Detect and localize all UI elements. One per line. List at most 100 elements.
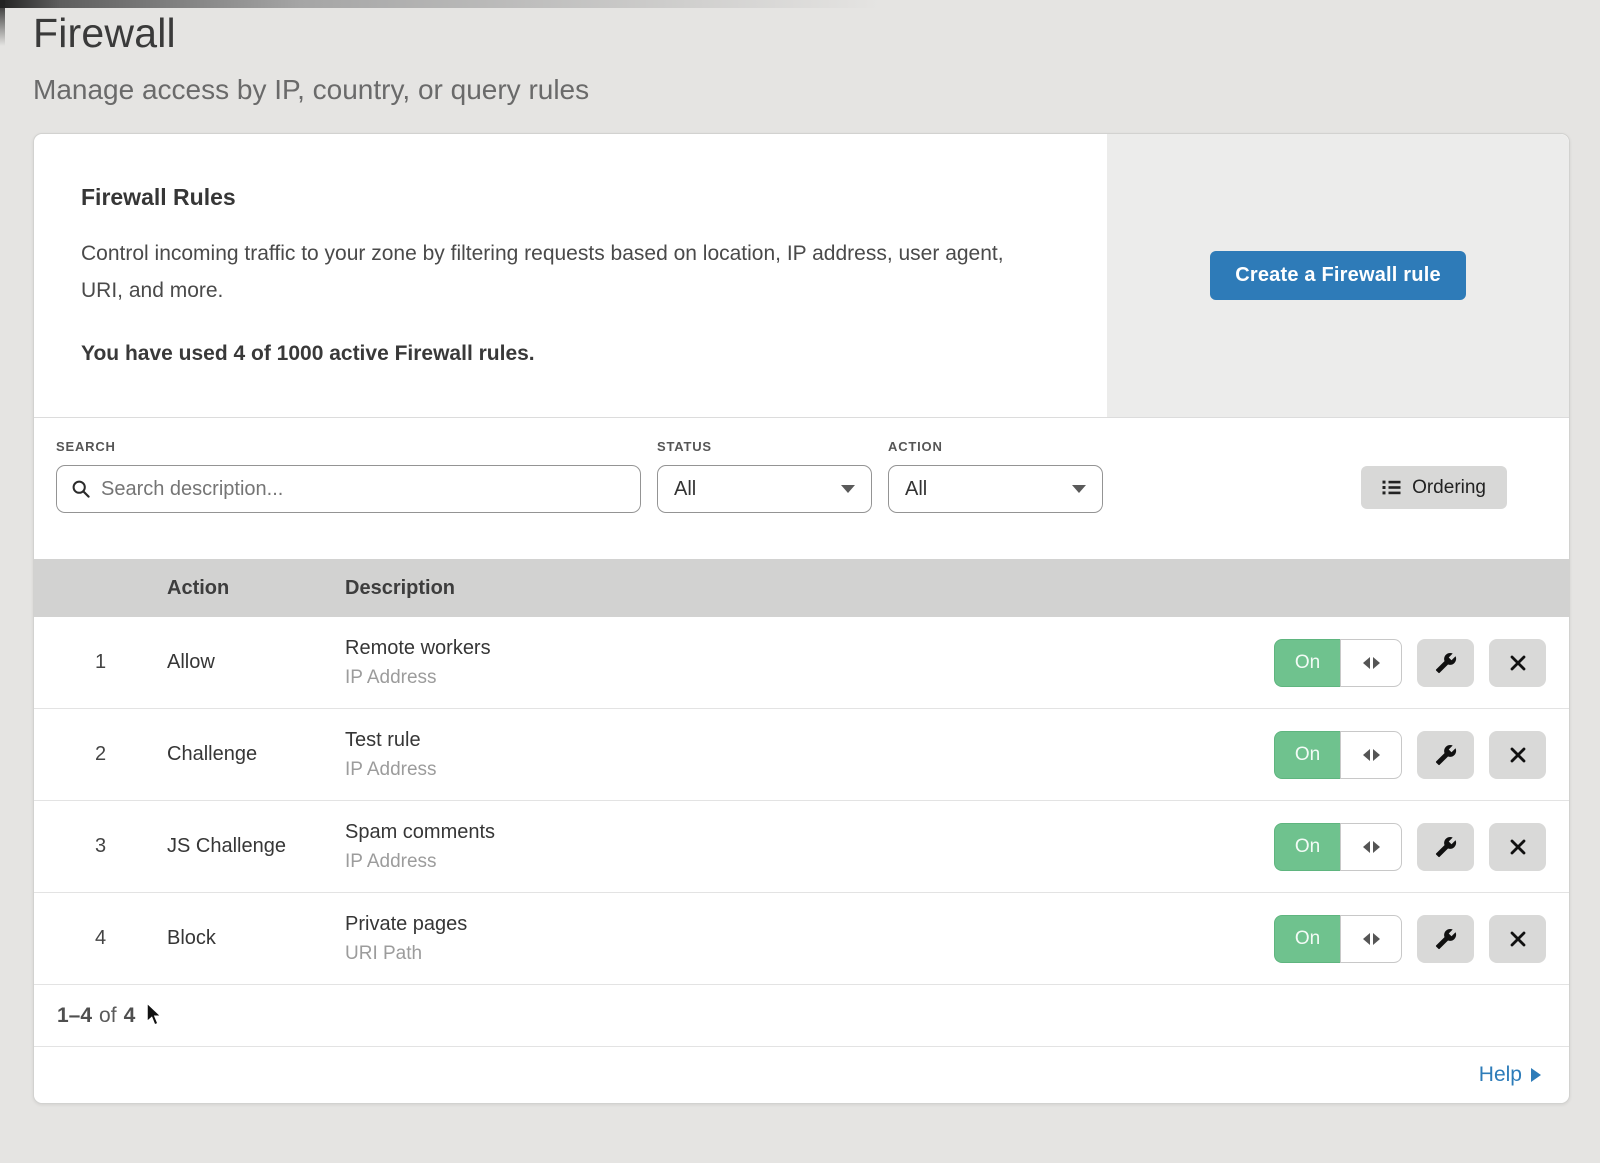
rule-controls: On xyxy=(1274,823,1569,871)
rule-action: JS Challenge xyxy=(167,835,345,858)
pagination-total: 4 xyxy=(124,1004,136,1028)
toggle-arrows-icon[interactable] xyxy=(1340,731,1402,779)
search-input[interactable] xyxy=(101,478,626,501)
search-box[interactable] xyxy=(56,465,641,513)
arrow-right-icon xyxy=(1373,841,1380,853)
toggle-arrows-icon[interactable] xyxy=(1340,823,1402,871)
rule-controls: On xyxy=(1274,731,1569,779)
rule-action: Block xyxy=(167,927,345,950)
action-dropdown[interactable]: All xyxy=(888,465,1103,513)
delete-rule-button[interactable] xyxy=(1489,823,1546,871)
edit-rule-button[interactable] xyxy=(1417,639,1474,687)
create-firewall-rule-button[interactable]: Create a Firewall rule xyxy=(1210,251,1466,300)
rule-description: Remote workers xyxy=(345,637,1274,660)
rule-description-cell: Private pages URI Path xyxy=(345,913,1274,965)
action-label: ACTION xyxy=(888,439,1103,454)
rule-match-type: URI Path xyxy=(345,943,1274,965)
rule-match-type: IP Address xyxy=(345,667,1274,689)
rule-priority: 3 xyxy=(34,835,167,858)
close-icon xyxy=(1508,745,1528,765)
rule-priority: 4 xyxy=(34,927,167,950)
wrench-icon xyxy=(1435,652,1457,674)
rule-description-cell: Test rule IP Address xyxy=(345,729,1274,781)
rule-priority: 2 xyxy=(34,743,167,766)
close-icon xyxy=(1508,837,1528,857)
rules-description: Control incoming traffic to your zone by… xyxy=(81,235,1031,309)
rule-toggle[interactable]: On xyxy=(1274,823,1402,871)
help-link[interactable]: Help xyxy=(1479,1063,1541,1087)
rule-action: Allow xyxy=(167,651,345,674)
arrow-left-icon xyxy=(1363,841,1370,853)
rule-priority: 1 xyxy=(34,651,167,674)
firewall-rules-card: Firewall Rules Control incoming traffic … xyxy=(33,133,1570,1104)
card-top-section: Firewall Rules Control incoming traffic … xyxy=(34,134,1569,418)
delete-rule-button[interactable] xyxy=(1489,915,1546,963)
status-filter-group: STATUS All xyxy=(657,439,872,513)
edit-rule-button[interactable] xyxy=(1417,915,1474,963)
wrench-icon xyxy=(1435,928,1457,950)
table-row: 1 Allow Remote workers IP Address On xyxy=(34,617,1569,709)
ordering-button-label: Ordering xyxy=(1412,477,1486,499)
capture-edge-artifact-top xyxy=(0,0,908,8)
table-row: 4 Block Private pages URI Path On xyxy=(34,893,1569,985)
table-header-row: Action Description xyxy=(34,559,1569,617)
ordering-button[interactable]: Ordering xyxy=(1361,466,1507,509)
wrench-icon xyxy=(1435,836,1457,858)
toggle-arrows-icon[interactable] xyxy=(1340,915,1402,963)
rules-usage-count: You have used 4 of 1000 active Firewall … xyxy=(81,342,1067,366)
arrow-right-icon xyxy=(1373,933,1380,945)
toggle-on-segment[interactable]: On xyxy=(1274,915,1340,963)
rule-description: Spam comments xyxy=(345,821,1274,844)
rule-match-type: IP Address xyxy=(345,759,1274,781)
toggle-on-segment[interactable]: On xyxy=(1274,731,1340,779)
arrow-left-icon xyxy=(1363,657,1370,669)
caret-down-icon xyxy=(1072,485,1086,493)
wrench-icon xyxy=(1435,744,1457,766)
close-icon xyxy=(1508,929,1528,949)
search-label: SEARCH xyxy=(56,439,641,454)
action-filter-group: ACTION All xyxy=(888,439,1103,513)
rule-controls: On xyxy=(1274,915,1569,963)
card-footer: Help xyxy=(34,1047,1569,1103)
table-row: 2 Challenge Test rule IP Address On xyxy=(34,709,1569,801)
search-icon xyxy=(71,479,91,499)
rule-toggle[interactable]: On xyxy=(1274,731,1402,779)
toggle-on-segment[interactable]: On xyxy=(1274,823,1340,871)
status-dropdown[interactable]: All xyxy=(657,465,872,513)
rule-match-type: IP Address xyxy=(345,851,1274,873)
toggle-on-segment[interactable]: On xyxy=(1274,639,1340,687)
rules-intro: Firewall Rules Control incoming traffic … xyxy=(34,134,1107,417)
arrow-left-icon xyxy=(1363,749,1370,761)
capture-edge-artifact-left xyxy=(0,0,5,46)
filters-bar: SEARCH STATUS All ACTION All xyxy=(34,418,1569,559)
search-filter-group: SEARCH xyxy=(56,439,641,513)
edit-rule-button[interactable] xyxy=(1417,823,1474,871)
rule-toggle[interactable]: On xyxy=(1274,639,1402,687)
help-link-label: Help xyxy=(1479,1063,1522,1087)
status-label: STATUS xyxy=(657,439,872,454)
rule-description-cell: Spam comments IP Address xyxy=(345,821,1274,873)
rules-heading: Firewall Rules xyxy=(81,184,1067,211)
caret-down-icon xyxy=(841,485,855,493)
pagination-bar: 1–4 of 4 xyxy=(34,985,1569,1047)
arrow-right-icon xyxy=(1373,749,1380,761)
arrow-right-icon xyxy=(1373,657,1380,669)
table-row: 3 JS Challenge Spam comments IP Address … xyxy=(34,801,1569,893)
arrow-left-icon xyxy=(1363,933,1370,945)
description-column-header: Description xyxy=(345,577,1569,600)
toggle-arrows-icon[interactable] xyxy=(1340,639,1402,687)
status-dropdown-value: All xyxy=(674,478,696,501)
rule-controls: On xyxy=(1274,639,1569,687)
rule-description: Private pages xyxy=(345,913,1274,936)
help-arrow-icon xyxy=(1531,1068,1541,1082)
rule-toggle[interactable]: On xyxy=(1274,915,1402,963)
close-icon xyxy=(1508,653,1528,673)
delete-rule-button[interactable] xyxy=(1489,731,1546,779)
pagination-range: 1–4 xyxy=(57,1004,92,1028)
rule-description-cell: Remote workers IP Address xyxy=(345,637,1274,689)
rule-description: Test rule xyxy=(345,729,1274,752)
mouse-cursor xyxy=(146,1002,163,1026)
delete-rule-button[interactable] xyxy=(1489,639,1546,687)
edit-rule-button[interactable] xyxy=(1417,731,1474,779)
action-column-header: Action xyxy=(167,577,345,600)
